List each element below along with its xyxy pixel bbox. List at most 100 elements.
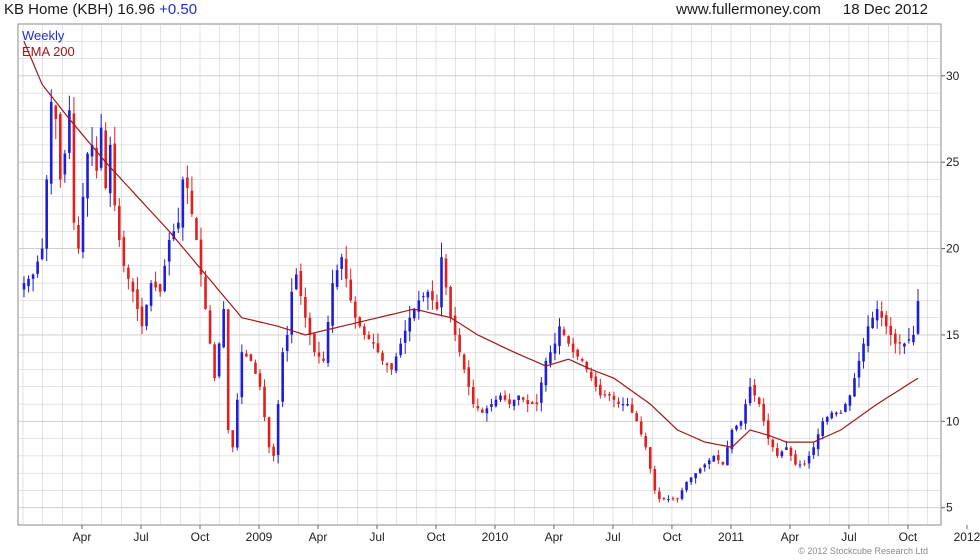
candle-down (304, 296, 307, 318)
candle-up (22, 283, 26, 290)
candle-down (59, 114, 62, 180)
candle-down (390, 363, 393, 370)
x-tick-label: Apr (73, 530, 92, 544)
candle-up (512, 399, 516, 407)
candle-down (476, 405, 480, 409)
candle-down (299, 270, 303, 297)
candle-down (249, 354, 253, 361)
candle-up (399, 343, 402, 356)
candle-up (848, 395, 852, 406)
candle-down (771, 439, 775, 448)
candle-up (326, 322, 330, 363)
candle-up (176, 222, 180, 229)
candle-up (540, 382, 543, 403)
candle-up (340, 257, 343, 269)
ema-200-line (23, 41, 919, 448)
candle-down (894, 333, 897, 344)
candle-up (816, 434, 820, 450)
candle-down (662, 498, 666, 500)
candle-down (594, 376, 598, 387)
candle-up (86, 153, 89, 199)
candle-up (812, 447, 815, 455)
candle-down (567, 336, 570, 344)
candle-down (521, 397, 525, 400)
candle-up (726, 447, 729, 466)
x-tick-label: Apr (545, 530, 564, 544)
candle-down (372, 342, 375, 344)
candle-down (658, 491, 661, 500)
candle-down (508, 399, 511, 405)
candle-up (499, 395, 502, 400)
x-axis: Apr Jul Oct 2009 Apr Jul Oct 2010 Apr Jul Oct 2011 A… (73, 525, 980, 544)
candle-down (344, 258, 348, 279)
candle-up (403, 330, 407, 343)
candle-up (40, 248, 44, 260)
candle-up (440, 257, 443, 308)
candle-down (72, 113, 76, 223)
candle-up (517, 395, 520, 400)
candle-up (276, 404, 280, 456)
candle-up (108, 144, 112, 194)
candle-down (630, 404, 634, 413)
candle-down (131, 281, 135, 292)
candle-up (335, 270, 339, 287)
candle-down (603, 394, 607, 396)
candle-up (36, 261, 39, 274)
candle-down (272, 446, 275, 456)
candle-down (208, 310, 212, 344)
candle-down (431, 290, 434, 301)
y-axis: 5 10 15 20 25 30 (941, 69, 960, 515)
candle-up (780, 451, 784, 457)
candle-down (880, 311, 883, 318)
candle-up (857, 360, 861, 378)
candle-up (839, 412, 843, 414)
candle-up (871, 317, 874, 329)
candle-down (308, 317, 312, 335)
candle-down (226, 309, 230, 430)
x-tick-label: Jul (605, 530, 620, 544)
candle-down (313, 333, 316, 353)
y-tick-label: 5 (946, 501, 953, 515)
candle-down (580, 358, 584, 361)
candle-down (122, 237, 126, 266)
candle-down (213, 344, 216, 379)
legend-period: Weekly (22, 28, 65, 43)
candle-up (712, 455, 716, 462)
candle-down (503, 395, 507, 400)
candle-up (558, 326, 561, 346)
x-tick-label: Jul (133, 530, 148, 544)
candle-down (77, 224, 80, 249)
candle-down (154, 281, 157, 288)
candle-down (757, 397, 761, 405)
candle-down (571, 343, 575, 353)
y-tick-label: 15 (946, 328, 960, 342)
candle-up (703, 464, 707, 468)
candle-up (81, 196, 85, 253)
candle-up (408, 317, 412, 332)
candle-down (562, 329, 566, 335)
candle-down (789, 447, 793, 456)
candle-up (490, 404, 493, 407)
candle-down (435, 302, 439, 310)
candle-up (798, 464, 802, 466)
x-tick-label: Jul (841, 530, 856, 544)
candle-down (803, 463, 806, 465)
candle-down (245, 353, 248, 357)
candle-down (254, 362, 257, 374)
candle-up (667, 499, 670, 501)
candle-up (494, 399, 498, 407)
candle-up (217, 343, 221, 377)
candle-up (735, 425, 738, 430)
y-tick-label: 25 (946, 155, 960, 169)
candle-up (739, 421, 743, 426)
y-tick-label: 10 (946, 414, 960, 428)
x-tick-label: Oct (899, 530, 918, 544)
candle-down (113, 143, 117, 206)
x-tick-label: Oct (191, 530, 210, 544)
candle-up (331, 283, 334, 326)
candle-down (385, 363, 389, 366)
candle-down (481, 409, 484, 413)
candle-down (717, 455, 720, 461)
candle-down (676, 498, 679, 500)
candle-up (553, 343, 557, 354)
